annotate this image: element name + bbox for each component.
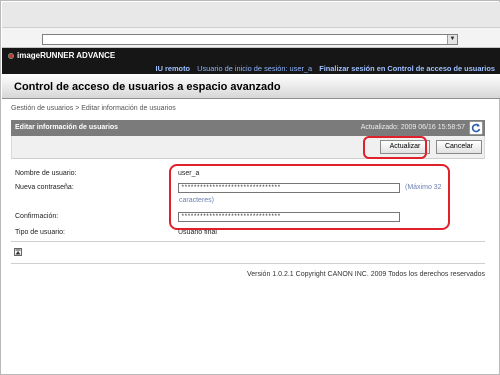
user-type-label: Tipo de usuario: <box>15 229 65 236</box>
page-title: Control de acceso de usuarios a espacio … <box>14 81 281 93</box>
divider <box>11 241 485 242</box>
section-title: Editar información de usuarios <box>15 124 119 131</box>
breadcrumb[interactable]: Gestión de usuarios > Editar información… <box>11 105 176 112</box>
scroll-top-button[interactable] <box>14 248 22 256</box>
highlight-update-button <box>363 136 427 159</box>
refresh-icon <box>471 123 481 133</box>
cancel-button[interactable]: Cancelar <box>436 140 482 154</box>
title-bar: Control de acceso de usuarios a espacio … <box>2 74 500 99</box>
confirm-label: Confirmación: <box>15 213 59 220</box>
user-type-value: Usuario final <box>178 229 217 236</box>
refresh-button[interactable] <box>469 121 483 135</box>
new-password-label: Nueva contraseña: <box>15 184 74 191</box>
footer-divider <box>11 263 485 264</box>
logout-link[interactable]: Finalizar sesión en Control de acceso de… <box>319 64 495 73</box>
section-header: Editar información de usuarios Actualiza… <box>11 120 485 136</box>
address-dropdown[interactable]: ▼ <box>42 34 458 45</box>
chevron-down-icon[interactable]: ▼ <box>447 35 457 44</box>
brand-name: imageRUNNER ADVANCE <box>17 51 116 60</box>
arrow-up-icon <box>15 249 21 255</box>
remote-ui-link[interactable]: IU remoto <box>156 64 191 73</box>
updated-timestamp: Actualizado: 2009 06/16 15:58:57 <box>360 124 465 131</box>
header-nav: IU remoto Usuario de inicio de sesión: u… <box>151 64 495 73</box>
highlight-password-fields <box>169 164 450 230</box>
username-label: Nombre de usuario: <box>15 170 77 177</box>
browser-address-bar: ▼ <box>2 28 500 48</box>
login-user-label: Usuario de inicio de sesión: user_a <box>197 64 313 73</box>
brand: imageRUNNER ADVANCE <box>8 51 115 60</box>
brand-logo-icon <box>8 52 14 59</box>
browser-window: ▼ imageRUNNER ADVANCE IU remoto Usuario … <box>0 0 500 375</box>
footer-copyright: Versión 1.0.2.1 Copyright CANON INC. 200… <box>247 271 485 278</box>
app-header: imageRUNNER ADVANCE IU remoto Usuario de… <box>2 48 500 74</box>
browser-toolbar <box>2 2 500 28</box>
